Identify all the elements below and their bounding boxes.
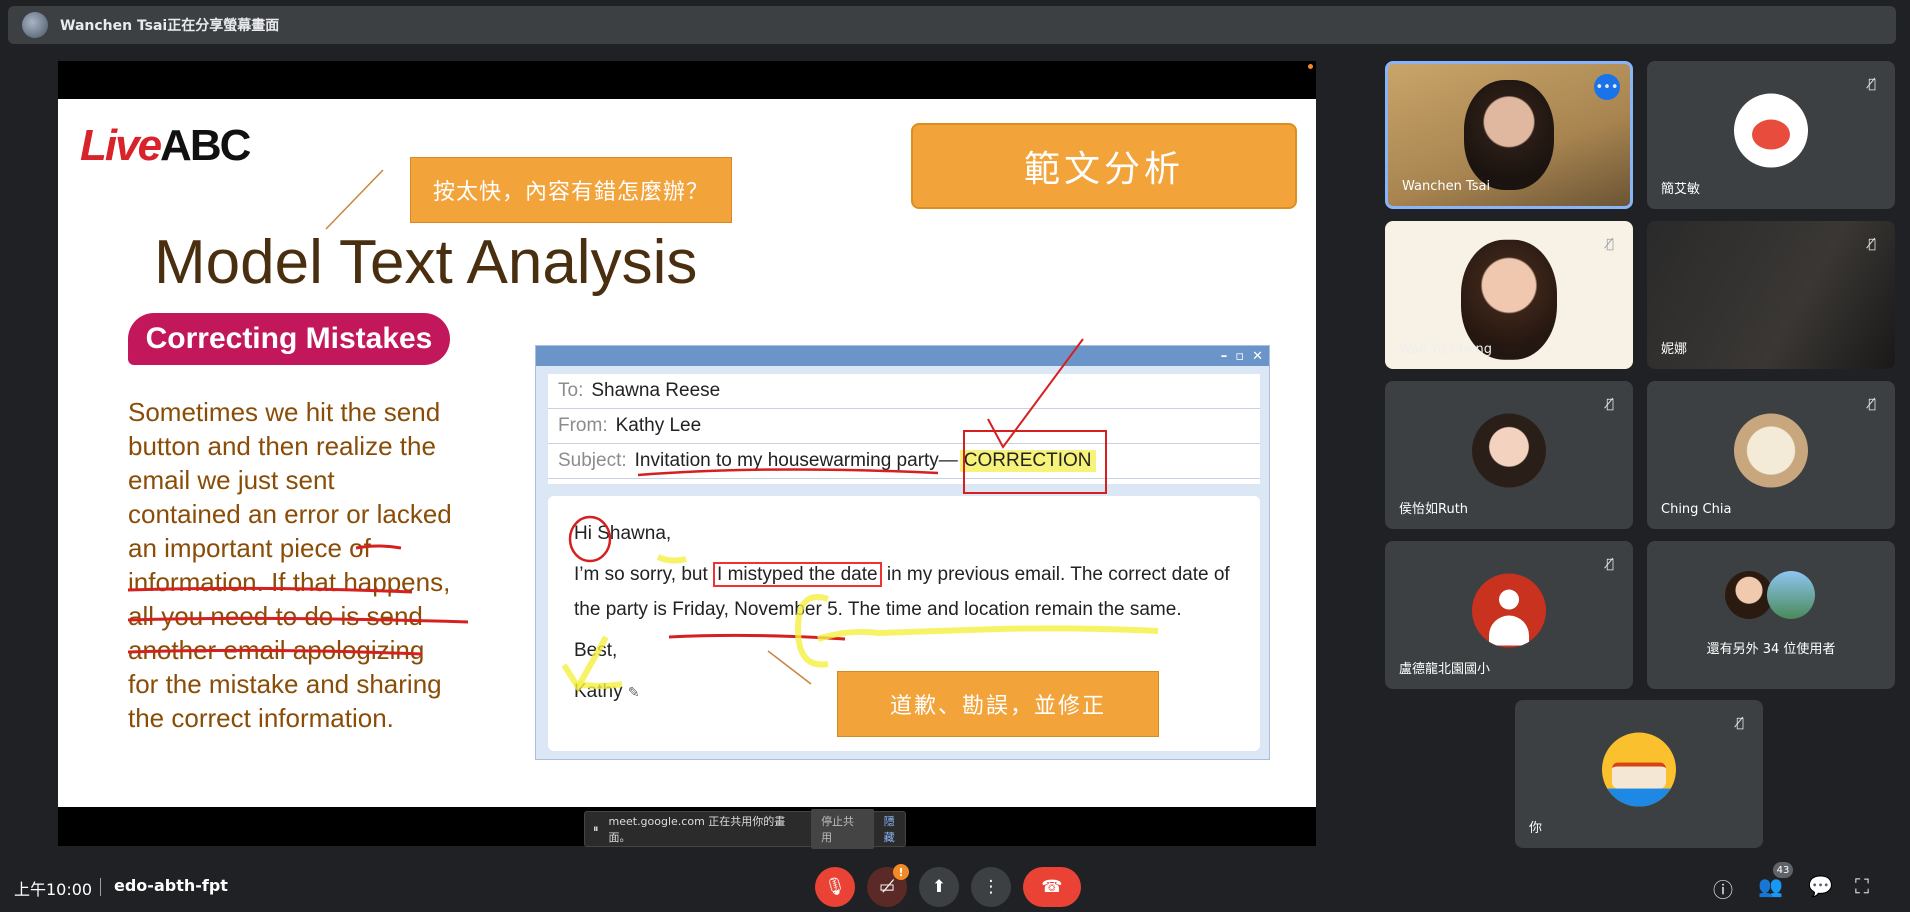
present-icon: ⬆ xyxy=(931,877,947,897)
leave-call-button[interactable]: ☎ xyxy=(1023,867,1081,907)
sharing-title: Wanchen Tsai正在分享螢幕畫面 xyxy=(60,18,280,34)
warning-badge: ! xyxy=(893,864,909,880)
slide-header: 範文分析 xyxy=(911,123,1297,209)
participant-video xyxy=(1464,80,1554,190)
close-icon: ✕ xyxy=(1252,348,1263,364)
clock: 上午10:00 xyxy=(14,880,93,899)
participant-avatar xyxy=(1734,93,1808,168)
from-row: From: Kathy Lee xyxy=(548,409,1260,444)
participant-avatar xyxy=(1767,571,1815,619)
minimize-icon: – xyxy=(1220,348,1228,364)
people-count-badge: 43 xyxy=(1773,862,1793,878)
maximize-icon: ▫ xyxy=(1235,348,1245,364)
info-icon[interactable]: ⓘ xyxy=(1713,874,1733,903)
to-row: To: Shawna Reese xyxy=(548,374,1260,409)
hide-button[interactable]: 隱藏 xyxy=(884,813,905,845)
mic-off-icon: 🎙 xyxy=(824,877,846,897)
mic-off-icon: 🎙̸ xyxy=(1736,715,1744,731)
divider xyxy=(100,878,101,896)
slide-title: Model Text Analysis xyxy=(154,228,698,297)
email-headers: To: Shawna Reese From: Kathy Lee Subject: I… xyxy=(548,374,1260,484)
subject-row: Subject: Invitation to my housewarming pa… xyxy=(548,444,1260,479)
recording-dot xyxy=(1308,64,1313,69)
participant-tile[interactable]: 🎙̸ Ching Chia xyxy=(1647,381,1895,529)
hang-up-icon: ☎ xyxy=(1041,877,1063,897)
participant-avatar xyxy=(1725,571,1773,619)
section-pill: Correcting Mistakes xyxy=(128,313,450,365)
more-options-button[interactable]: ⋮ xyxy=(971,867,1011,907)
presentation-area: LiveABC 按太快，內容有錯怎麼辦？ 範文分析 Model Text Ana… xyxy=(58,61,1316,849)
mic-off-icon: 🎙̸ xyxy=(1606,556,1614,572)
body-text: Sometimes we hit the send button and the… xyxy=(128,397,452,733)
share-notification: ⏸ meet.google.com 正在共用你的畫面。 停止共用 隱藏 xyxy=(584,809,906,849)
stop-sharing-button[interactable]: 停止共用 xyxy=(811,809,874,849)
participant-tile[interactable]: 🎙̸ Wan Yu Cheng xyxy=(1385,221,1633,369)
email-titlebar: – ▫ ✕ xyxy=(536,346,1269,366)
participant-tile[interactable]: 🎙̸ 簡艾敏 xyxy=(1647,61,1895,209)
chat-icon[interactable]: 💬 xyxy=(1808,874,1833,898)
sharing-banner: Wanchen Tsai正在分享螢幕畫面 xyxy=(8,6,1896,44)
more-vert-icon: ⋮ xyxy=(982,877,1000,897)
mic-off-icon: 🎙̸ xyxy=(1868,236,1876,252)
more-participants-tile[interactable]: 還有另外 34 位使用者 xyxy=(1647,541,1895,689)
meeting-code: edo-abth-fpt xyxy=(114,876,228,895)
participant-tile[interactable]: 🎙̸ 侯怡如Ruth xyxy=(1385,381,1633,529)
callout-top: 按太快，內容有錯怎麼辦？ xyxy=(410,157,732,223)
callout-bottom: 道歉、勘誤，並修正 xyxy=(837,671,1159,737)
participant-tile[interactable]: 🎙̸ 盧德龍北園國小 xyxy=(1385,541,1633,689)
mic-off-icon: 🎙̸ xyxy=(1606,236,1614,252)
participant-tile[interactable]: ••• Wanchen Tsai xyxy=(1385,61,1633,209)
mic-toggle-button[interactable]: 🎙 xyxy=(815,867,855,907)
liveabc-logo: LiveABC xyxy=(80,121,251,170)
participant-avatar xyxy=(1472,413,1546,488)
pencil-icon: ✎ xyxy=(627,684,640,700)
bottom-toolbar: 上午10:00 edo-abth-fpt 🎙 ▭̸ ! ⬆ ⋮ ☎ ⓘ 👥 43… xyxy=(0,862,1910,912)
drag-handle-icon[interactable]: ⏸ xyxy=(593,822,599,836)
self-tile[interactable]: 🎙̸ 你 xyxy=(1515,700,1763,848)
presenter-avatar xyxy=(22,12,48,38)
self-avatar xyxy=(1602,732,1676,807)
participant-tile[interactable]: 🎙̸ 妮娜 xyxy=(1647,221,1895,369)
camera-off-icon: ▭̸ xyxy=(878,877,896,897)
participant-avatar xyxy=(1472,573,1546,648)
activities-icon[interactable]: ⛶ xyxy=(1855,874,1869,898)
participant-avatar xyxy=(1734,413,1808,488)
mic-off-icon: 🎙̸ xyxy=(1868,76,1876,92)
slide: LiveABC 按太快，內容有錯怎麼辦？ 範文分析 Model Text Ana… xyxy=(58,99,1316,807)
present-screen-button[interactable]: ⬆ xyxy=(919,867,959,907)
speaking-indicator-icon: ••• xyxy=(1594,74,1620,100)
mic-off-icon: 🎙̸ xyxy=(1606,396,1614,412)
mic-off-icon: 🎙̸ xyxy=(1868,396,1876,412)
